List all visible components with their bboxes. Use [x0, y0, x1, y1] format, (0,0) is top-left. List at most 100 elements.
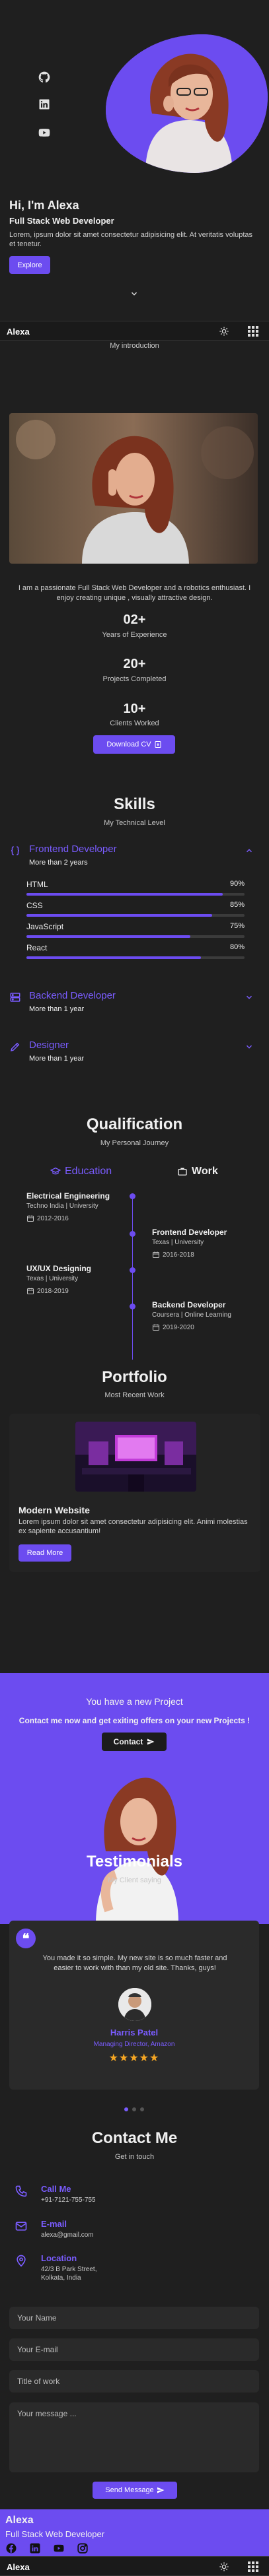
- mail-icon: [15, 2220, 28, 2233]
- skill-group-experience: More than 2 years: [29, 859, 88, 867]
- skill-group-experience: More than 1 year: [29, 1055, 85, 1063]
- qualification-date-text: 2018-2019: [37, 1287, 69, 1295]
- skill-name: JavaScript: [26, 922, 64, 931]
- skill-bar-fill: [26, 956, 201, 959]
- logo[interactable]: Alexa: [7, 2562, 30, 2572]
- instagram-icon[interactable]: [77, 2542, 89, 2554]
- logo[interactable]: Alexa: [7, 327, 30, 337]
- skill-bar-fill: [26, 935, 190, 938]
- facebook-icon[interactable]: [5, 2542, 17, 2554]
- briefcase-icon: [178, 1168, 187, 1175]
- read-more-button[interactable]: Read More: [19, 1544, 71, 1562]
- skill-group-backend[interactable]: Backend Developer More than 1 year: [9, 990, 254, 1016]
- message-field[interactable]: [9, 2402, 259, 2472]
- portfolio-subtitle: Most Recent Work: [104, 1391, 165, 1399]
- portfolio-title: Portfolio: [102, 1368, 167, 1386]
- skill-percent: 75%: [229, 922, 245, 930]
- graduation-cap-icon: [50, 1167, 61, 1175]
- stat-label: Years of Experience: [102, 631, 167, 639]
- skill-group-frontend[interactable]: Frontend Developer More than 2 years: [9, 843, 254, 870]
- name-field[interactable]: [9, 2307, 259, 2329]
- new-project-section: You have a new Project Contact me now an…: [0, 1673, 269, 1924]
- skill-bar-fill: [26, 914, 212, 917]
- carousel-dot-active[interactable]: [124, 2107, 128, 2111]
- project-title: You have a new Project: [86, 1696, 183, 1707]
- about-description: I am a passionate Full Stack Web Develop…: [18, 584, 251, 602]
- theme-toggle-icon[interactable]: [219, 2561, 229, 2572]
- contact-title: Contact Me: [91, 2129, 178, 2147]
- contact-email-title: E-mail: [41, 2219, 67, 2229]
- qualification-title: Frontend Developer: [152, 1228, 227, 1237]
- skill-row-react: React 80%: [26, 943, 245, 960]
- qualification-title: Qualification: [86, 1115, 183, 1133]
- read-more-label: Read More: [26, 1549, 63, 1557]
- qualification-date-text: 2016-2018: [163, 1251, 194, 1259]
- contact-button[interactable]: Contact: [102, 1733, 167, 1751]
- testimonial-card: ❝ You made it so simple. My new site is …: [9, 1921, 259, 2090]
- skill-percent: 85%: [229, 901, 245, 909]
- skill-bar: [26, 893, 245, 896]
- menu-grid-icon[interactable]: [248, 2561, 258, 2572]
- qualification-subtitle: My Personal Journey: [100, 1139, 169, 1147]
- send-message-label: Send Message: [105, 2486, 154, 2494]
- tab-education[interactable]: Education: [50, 1166, 112, 1177]
- hero-subtitle: Full Stack Web Developer: [9, 216, 114, 226]
- stat-label: Clients Worked: [110, 719, 159, 727]
- download-cv-label: Download CV: [106, 741, 151, 748]
- timeline-dot: [130, 1304, 135, 1309]
- skill-group-title: Frontend Developer: [29, 843, 117, 855]
- email-field[interactable]: [9, 2338, 259, 2361]
- skill-group-designer[interactable]: Designer More than 1 year: [9, 1040, 254, 1066]
- tab-work-label: Work: [192, 1166, 218, 1177]
- skill-name: CSS: [26, 901, 43, 910]
- chevron-down-icon[interactable]: [245, 1042, 254, 1051]
- skill-percent: 80%: [229, 943, 245, 951]
- menu-grid-icon[interactable]: [248, 326, 258, 337]
- qualification-title: Backend Developer: [152, 1300, 226, 1309]
- chevron-up-icon[interactable]: [245, 846, 254, 855]
- contact-call-value[interactable]: +91-7121-755-755: [41, 2196, 96, 2204]
- skill-name: React: [26, 943, 48, 952]
- contact-location-title: Location: [41, 2253, 77, 2263]
- footer-name: Alexa: [5, 2515, 34, 2526]
- qualification-date: 2012-2016: [26, 1214, 126, 1222]
- stat-number: 02+: [123, 612, 146, 627]
- skill-group-title: Backend Developer: [29, 990, 116, 1001]
- qualification-place: Texas | University: [152, 1239, 204, 1246]
- explore-button-label: Explore: [17, 261, 42, 269]
- qualification-date-text: 2012-2016: [37, 1214, 69, 1222]
- code-brackets-icon: [9, 845, 21, 857]
- timeline-dot: [130, 1231, 135, 1237]
- linkedin-icon[interactable]: [38, 98, 51, 111]
- work-title-field[interactable]: [9, 2370, 259, 2393]
- carousel-dot[interactable]: [132, 2107, 136, 2111]
- download-cv-button[interactable]: Download CV: [93, 735, 175, 754]
- portfolio-card: Modern Website Lorem ipsum dolor sit ame…: [9, 1414, 260, 1572]
- linkedin-icon[interactable]: [29, 2542, 41, 2554]
- send-message-button[interactable]: Send Message: [93, 2482, 177, 2499]
- theme-toggle-icon[interactable]: [219, 326, 229, 337]
- hero-section: Hi, I'm Alexa Full Stack Web Developer L…: [0, 0, 269, 321]
- project-image: [69, 1759, 202, 1924]
- qualification-title: UX/UX Designing: [26, 1264, 92, 1273]
- tab-work[interactable]: Work: [177, 1166, 218, 1177]
- github-icon[interactable]: [38, 71, 51, 84]
- testimonial-name: Harris Patel: [110, 2028, 159, 2037]
- download-icon: [155, 741, 161, 748]
- scroll-down-icon[interactable]: [130, 289, 139, 298]
- carousel-dot[interactable]: [140, 2107, 144, 2111]
- explore-button[interactable]: Explore: [9, 256, 50, 274]
- hero-title: Hi, I'm Alexa: [9, 199, 79, 212]
- qualification-date-text: 2019-2020: [163, 1323, 194, 1331]
- contact-email-value[interactable]: alexa@gmail.com: [41, 2231, 94, 2239]
- skill-bar: [26, 935, 245, 938]
- youtube-icon[interactable]: [38, 126, 51, 139]
- skill-percent: 90%: [229, 880, 245, 888]
- skill-row-html: HTML 90%: [26, 880, 245, 897]
- skill-bar: [26, 914, 245, 917]
- send-icon: [157, 2487, 165, 2493]
- contact-subtitle: Get in touch: [114, 2153, 155, 2161]
- chevron-down-icon[interactable]: [245, 993, 254, 1002]
- youtube-icon[interactable]: [53, 2542, 65, 2554]
- qualification-item: Frontend Developer Texas | University 20…: [152, 1228, 258, 1259]
